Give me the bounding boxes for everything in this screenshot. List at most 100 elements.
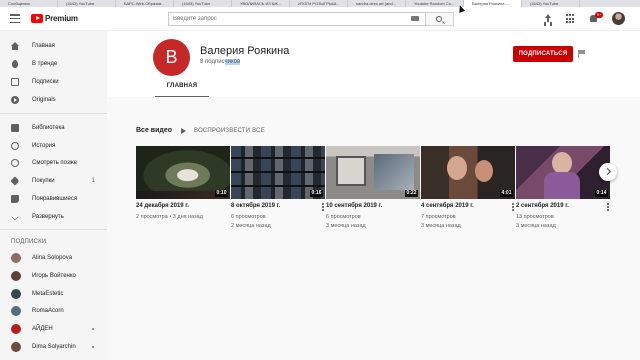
subscription-name: Dima Solyarchin xyxy=(32,344,76,350)
sidebar-item-home[interactable]: Главная xyxy=(0,39,107,53)
browser-tab[interactable]: (1643) YouTube xyxy=(58,0,116,7)
video-meta: 7 просмотров xyxy=(421,214,456,220)
subscription-name: АЙДЕН xyxy=(32,326,53,332)
keyboard-icon[interactable] xyxy=(411,16,419,21)
subscription-item[interactable]: RomaAcorn xyxy=(0,304,107,318)
browser-tab[interactable]: (1643) YouTube xyxy=(174,0,232,7)
video-meta: 6 просмотров xyxy=(231,214,266,220)
video-title[interactable]: 2 сентября 2019 г. xyxy=(516,203,569,209)
carousel-next-button[interactable] xyxy=(599,163,617,181)
youtube-logo[interactable]: Premium xyxy=(31,14,78,23)
video-title[interactable]: 4 сентября 2019 г. xyxy=(421,203,474,209)
subscription-item[interactable]: АЙДЕН xyxy=(0,322,107,336)
sidebar-item-label: Библиотека xyxy=(32,125,65,131)
browser-tab-active[interactable]: Валерия Роякина -... xyxy=(464,0,522,7)
subscription-item[interactable]: Игорь Войтенко xyxy=(0,269,107,283)
video-meta: 2 месяца назад xyxy=(231,223,271,229)
channel-avatar xyxy=(11,253,21,263)
subscription-item[interactable]: Alina Solopova xyxy=(0,251,107,265)
live-indicator-icon xyxy=(92,328,94,330)
tab-home[interactable]: ГЛАВНАЯ xyxy=(155,83,209,97)
section-title[interactable]: Все видео xyxy=(136,127,172,134)
sidebar-item-label: Главная xyxy=(32,43,55,49)
account-avatar[interactable] xyxy=(612,12,625,25)
sidebar-item-watch-later[interactable]: Смотреть позже xyxy=(0,156,107,170)
video-duration: 0:16 xyxy=(309,190,323,197)
browser-tab[interactable]: БАРС.Web-Образов... xyxy=(116,0,174,7)
channel-avatar xyxy=(11,306,21,316)
search-input[interactable] xyxy=(173,13,403,25)
sidebar-item-trending[interactable]: В тренде xyxy=(0,57,107,71)
youtube-play-logo-icon xyxy=(31,14,43,23)
home-icon xyxy=(11,42,19,50)
sidebar-item-label: Покупки xyxy=(32,178,55,184)
history-icon xyxy=(11,142,19,150)
tag-icon xyxy=(10,176,20,186)
sidebar-item-liked[interactable]: Понравившиеся xyxy=(0,192,107,206)
video-duration: 0:10 xyxy=(214,190,228,197)
subscription-name: RomaAcorn xyxy=(32,308,64,314)
browser-tab[interactable]: (1643) YouTube xyxy=(522,0,580,7)
sidebar-item-library[interactable]: Библиотека xyxy=(0,121,107,135)
subscription-name: Игорь Войтенко xyxy=(32,273,76,279)
channel-avatar xyxy=(11,342,21,352)
video-thumbnail[interactable]: 0:14 xyxy=(516,146,610,199)
video-title[interactable]: 24 декабря 2019 г. xyxy=(136,203,189,209)
library-icon xyxy=(11,124,19,132)
originals-icon xyxy=(11,96,19,104)
browser-tab[interactable]: Youtube Random Co... xyxy=(406,0,464,7)
hamburger-menu-icon[interactable] xyxy=(10,14,20,23)
sidebar-item-label: В тренде xyxy=(32,61,58,67)
upload-icon[interactable] xyxy=(543,14,553,24)
chevron-down-icon xyxy=(11,213,19,221)
channel-avatar xyxy=(11,324,21,334)
sidebar-item-label: Originals xyxy=(32,97,56,103)
video-title[interactable]: 10 сентября 2019 г. xyxy=(326,203,382,209)
channel-avatar-large[interactable]: В xyxy=(153,39,190,76)
browser-tab[interactable]: УВОЛИЛАСЬ ИЗ ШК... xyxy=(232,0,290,7)
play-all-button[interactable]: ВОСПРОИЗВЕСТИ ВСЕ xyxy=(194,128,265,134)
sidebar-divider xyxy=(0,113,107,114)
main-content: В Валерия Роякина 8 подписчиков ПОДПИСАТ… xyxy=(107,31,640,360)
more-actions-icon[interactable] xyxy=(322,203,324,211)
video-meta: 6 просмотров xyxy=(326,214,361,220)
subscription-item[interactable]: Dima Solyarchin xyxy=(0,340,107,354)
video-thumbnail[interactable]: 0:10 xyxy=(136,146,230,199)
apps-grid-icon[interactable] xyxy=(566,14,576,24)
sidebar-item-originals[interactable]: Originals xyxy=(0,93,107,107)
sidebar-divider xyxy=(0,229,107,230)
subscriptions-icon xyxy=(11,78,19,86)
browser-tab[interactable]: Сообщения xyxy=(0,0,58,7)
subscribe-button[interactable]: ПОДПИСАТЬСЯ xyxy=(513,46,573,62)
search-icon xyxy=(436,16,442,22)
more-actions-icon[interactable] xyxy=(512,203,514,211)
sidebar-item-label: Подписки xyxy=(32,79,59,85)
sidebar-item-history[interactable]: История xyxy=(0,139,107,153)
fire-icon xyxy=(12,60,18,68)
flag-icon[interactable] xyxy=(578,50,586,58)
video-thumbnail[interactable]: 0:16 xyxy=(231,146,325,199)
youtube-window: Сообщения (1643) YouTube БАРС.Web-Образо… xyxy=(0,0,640,360)
channel-name: Валерия Роякина xyxy=(200,45,290,57)
video-thumbnail[interactable]: 4:01 xyxy=(421,146,515,199)
subscription-item[interactable]: MetaEstetic xyxy=(0,287,107,301)
browser-tab[interactable]: ИТОГИ РОЗЫГРЫШ... xyxy=(290,0,348,7)
browser-tab-bar: Сообщения (1643) YouTube БАРС.Web-Образо… xyxy=(0,0,640,7)
search-box xyxy=(168,12,426,26)
video-meta: 3 месяца назад xyxy=(516,223,556,229)
video-thumbnail[interactable]: 0:22 xyxy=(326,146,420,199)
sidebar-item-purchases[interactable]: Покупки 1 xyxy=(0,174,107,188)
notification-badge: 9+ xyxy=(595,12,603,18)
sidebar-item-subscriptions[interactable]: Подписки xyxy=(0,75,107,89)
video-duration: 0:22 xyxy=(404,190,418,197)
sidebar-item-expand[interactable]: Развернуть xyxy=(0,210,107,224)
subscription-name: Alina Solopova xyxy=(32,255,73,261)
search-button[interactable] xyxy=(426,12,454,26)
play-all-icon[interactable] xyxy=(181,128,187,134)
browser-tab[interactable]: sandra cires art (and... xyxy=(348,0,406,7)
more-actions-icon[interactable] xyxy=(607,203,609,211)
subscriber-count-text: 8 подпис xyxy=(200,59,225,65)
video-duration: 4:01 xyxy=(499,190,513,197)
video-title[interactable]: 8 октября 2019 г. xyxy=(231,203,280,209)
purchases-count: 1 xyxy=(91,178,95,184)
